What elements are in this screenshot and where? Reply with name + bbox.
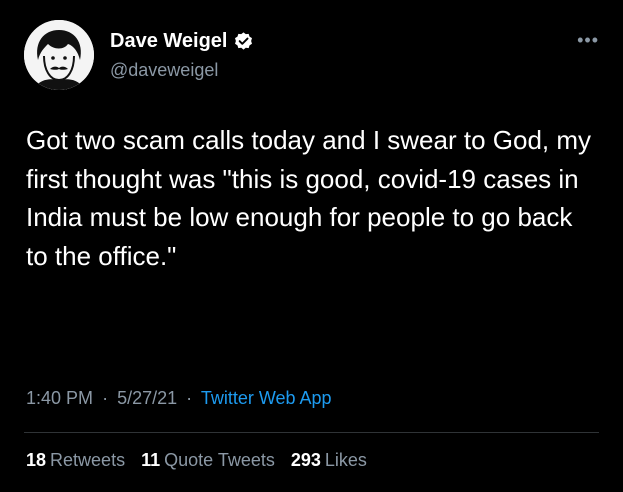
tweet-stats: 18 Retweets 11 Quote Tweets 293 Likes [26,450,367,471]
tweet-card: Dave Weigel @daveweigel ••• Got two scam… [0,0,623,492]
retweets-count: 18 [26,450,47,470]
meta-separator: · [186,388,193,408]
tweet-text: Got two scam calls today and I swear to … [26,125,592,271]
author-display-name[interactable]: Dave Weigel [110,30,227,53]
author-handle[interactable]: @daveweigel [110,60,218,81]
tweet-source-link[interactable]: Twitter Web App [201,388,332,408]
meta-separator: · [102,388,109,408]
likes-stat[interactable]: 293 Likes [291,450,367,471]
tweet-meta: 1:40 PM · 5/27/21 · Twitter Web App [26,388,332,409]
more-options-icon[interactable]: ••• [577,30,599,51]
caricature-avatar-icon [24,20,94,90]
tweet-date[interactable]: 5/27/21 [117,388,177,408]
author-name-row: Dave Weigel [110,30,254,53]
tweet-time[interactable]: 1:40 PM [26,388,93,408]
likes-label: Likes [324,450,367,470]
avatar[interactable] [24,20,94,90]
likes-count: 293 [290,450,321,470]
quote-tweets-label: Quote Tweets [164,450,275,470]
quote-tweets-count: 11 [141,450,161,470]
verified-badge-icon [235,32,253,50]
retweets-stat[interactable]: 18 Retweets [26,450,125,471]
quote-tweets-stat[interactable]: 11 Quote Tweets [141,450,275,471]
divider [24,432,599,433]
retweets-label: Retweets [50,450,126,470]
